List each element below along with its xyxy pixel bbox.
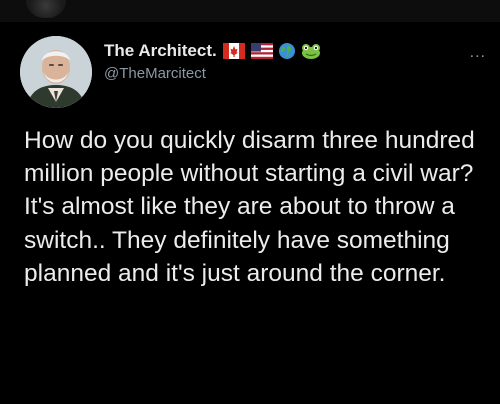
more-options-icon[interactable]: ... bbox=[470, 44, 486, 62]
globe-icon bbox=[278, 43, 295, 59]
name-row: The Architect. bbox=[104, 40, 480, 62]
us-flag-icon bbox=[250, 43, 273, 59]
user-handle[interactable]: @TheMarcitect bbox=[104, 65, 480, 82]
frog-icon bbox=[301, 43, 321, 59]
tweet-text: How do you quickly disarm three hundred … bbox=[24, 127, 475, 287]
previous-tweet-edge bbox=[0, 0, 500, 22]
canada-flag-icon bbox=[222, 43, 245, 59]
old-man-portrait-icon bbox=[20, 36, 92, 108]
previous-avatar-icon bbox=[26, 0, 66, 18]
display-name[interactable]: The Architect. bbox=[104, 41, 217, 61]
avatar[interactable] bbox=[20, 36, 92, 108]
tweet-header: The Architect. @TheMarcitect bbox=[104, 40, 480, 82]
tweet-card[interactable]: The Architect. @TheMarcitect ... How do … bbox=[0, 22, 500, 404]
